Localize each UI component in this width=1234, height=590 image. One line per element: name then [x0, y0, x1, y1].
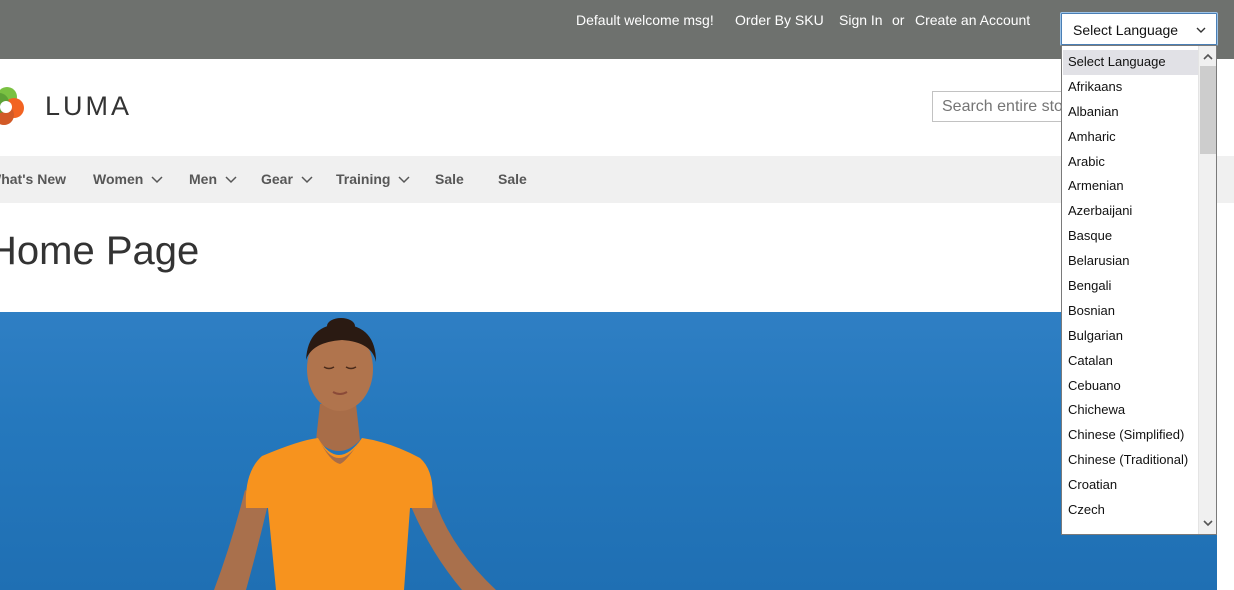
nav-item-label: Gear — [261, 171, 293, 187]
chevron-down-icon — [225, 176, 237, 184]
language-option[interactable]: Basque — [1063, 224, 1199, 249]
language-option[interactable]: Albanian — [1063, 100, 1199, 125]
top-panel: Default welcome msg! Order By SKU Sign I… — [0, 0, 1234, 59]
language-options: Select Language Afrikaans Albanian Amharic A… — [1063, 50, 1199, 523]
hero-image — [214, 318, 496, 590]
welcome-message: Default welcome msg! — [576, 12, 714, 28]
nav-item-sale[interactable]: Sale — [435, 156, 464, 203]
language-option[interactable]: Select Language — [1063, 50, 1199, 75]
language-option[interactable]: Afrikaans — [1063, 75, 1199, 100]
logo-text[interactable]: LUMA — [45, 91, 132, 121]
scroll-up-arrow-icon[interactable] — [1202, 52, 1214, 62]
language-option[interactable]: Bulgarian — [1063, 324, 1199, 349]
nav-item-men[interactable]: Men — [189, 156, 237, 203]
nav-item-label: Men — [189, 171, 217, 187]
nav-item-gear[interactable]: Gear — [261, 156, 313, 203]
nav-item-label: Sale — [435, 171, 464, 187]
language-option[interactable]: Catalan — [1063, 349, 1199, 374]
language-option[interactable]: Croatian — [1063, 473, 1199, 498]
language-option[interactable]: Azerbaijani — [1063, 199, 1199, 224]
nav-item-women[interactable]: Women — [93, 156, 163, 203]
create-account-link[interactable]: Create an Account — [915, 12, 1030, 28]
luma-logo-icon[interactable] — [0, 81, 28, 131]
chevron-down-icon — [151, 176, 163, 184]
search-input[interactable] — [932, 91, 1072, 122]
order-by-sku-link[interactable]: Order By SKU — [735, 12, 824, 28]
language-option[interactable]: Czech — [1063, 498, 1199, 523]
nav-item-training[interactable]: Training — [336, 156, 410, 203]
language-option[interactable]: Arabic — [1063, 150, 1199, 175]
nav-item-label: Training — [336, 171, 391, 187]
language-option[interactable]: Cebuano — [1063, 374, 1199, 399]
language-option[interactable]: Armenian — [1063, 174, 1199, 199]
sign-in-link[interactable]: Sign In — [839, 12, 883, 28]
scroll-down-arrow-icon[interactable] — [1202, 518, 1214, 528]
language-select[interactable]: Select Language — [1061, 13, 1217, 45]
language-select-value: Select Language — [1073, 22, 1179, 38]
scrollbar-thumb[interactable] — [1200, 66, 1216, 154]
nav-item-sale-2[interactable]: Sale — [498, 156, 527, 203]
chevron-down-icon — [301, 176, 313, 184]
language-option[interactable]: Chinese (Simplified) — [1063, 423, 1199, 448]
chevron-down-icon — [398, 176, 410, 184]
language-option[interactable]: Chichewa — [1063, 398, 1199, 423]
language-option[interactable]: Belarusian — [1063, 249, 1199, 274]
main-nav: What's New Women Men Gear Training Sale … — [0, 156, 1234, 203]
language-option[interactable]: Bosnian — [1063, 299, 1199, 324]
nav-item-label: Sale — [498, 171, 527, 187]
language-dropdown-list[interactable]: Select Language Afrikaans Albanian Amharic A… — [1061, 45, 1217, 535]
dropdown-scrollbar[interactable] — [1198, 46, 1216, 534]
page-title: Home Page — [0, 229, 200, 273]
chevron-down-icon — [1196, 27, 1206, 33]
nav-item-label: Women — [93, 171, 144, 187]
language-option[interactable]: Chinese (Traditional) — [1063, 448, 1199, 473]
language-option[interactable]: Amharic — [1063, 125, 1199, 150]
nav-item-label: What's New — [0, 171, 67, 187]
or-separator: or — [892, 12, 905, 28]
language-option[interactable]: Bengali — [1063, 274, 1199, 299]
nav-item-whats-new[interactable]: What's New — [0, 156, 66, 203]
page: Default welcome msg! Order By SKU Sign I… — [0, 0, 1234, 590]
hero-banner[interactable] — [0, 312, 1217, 590]
